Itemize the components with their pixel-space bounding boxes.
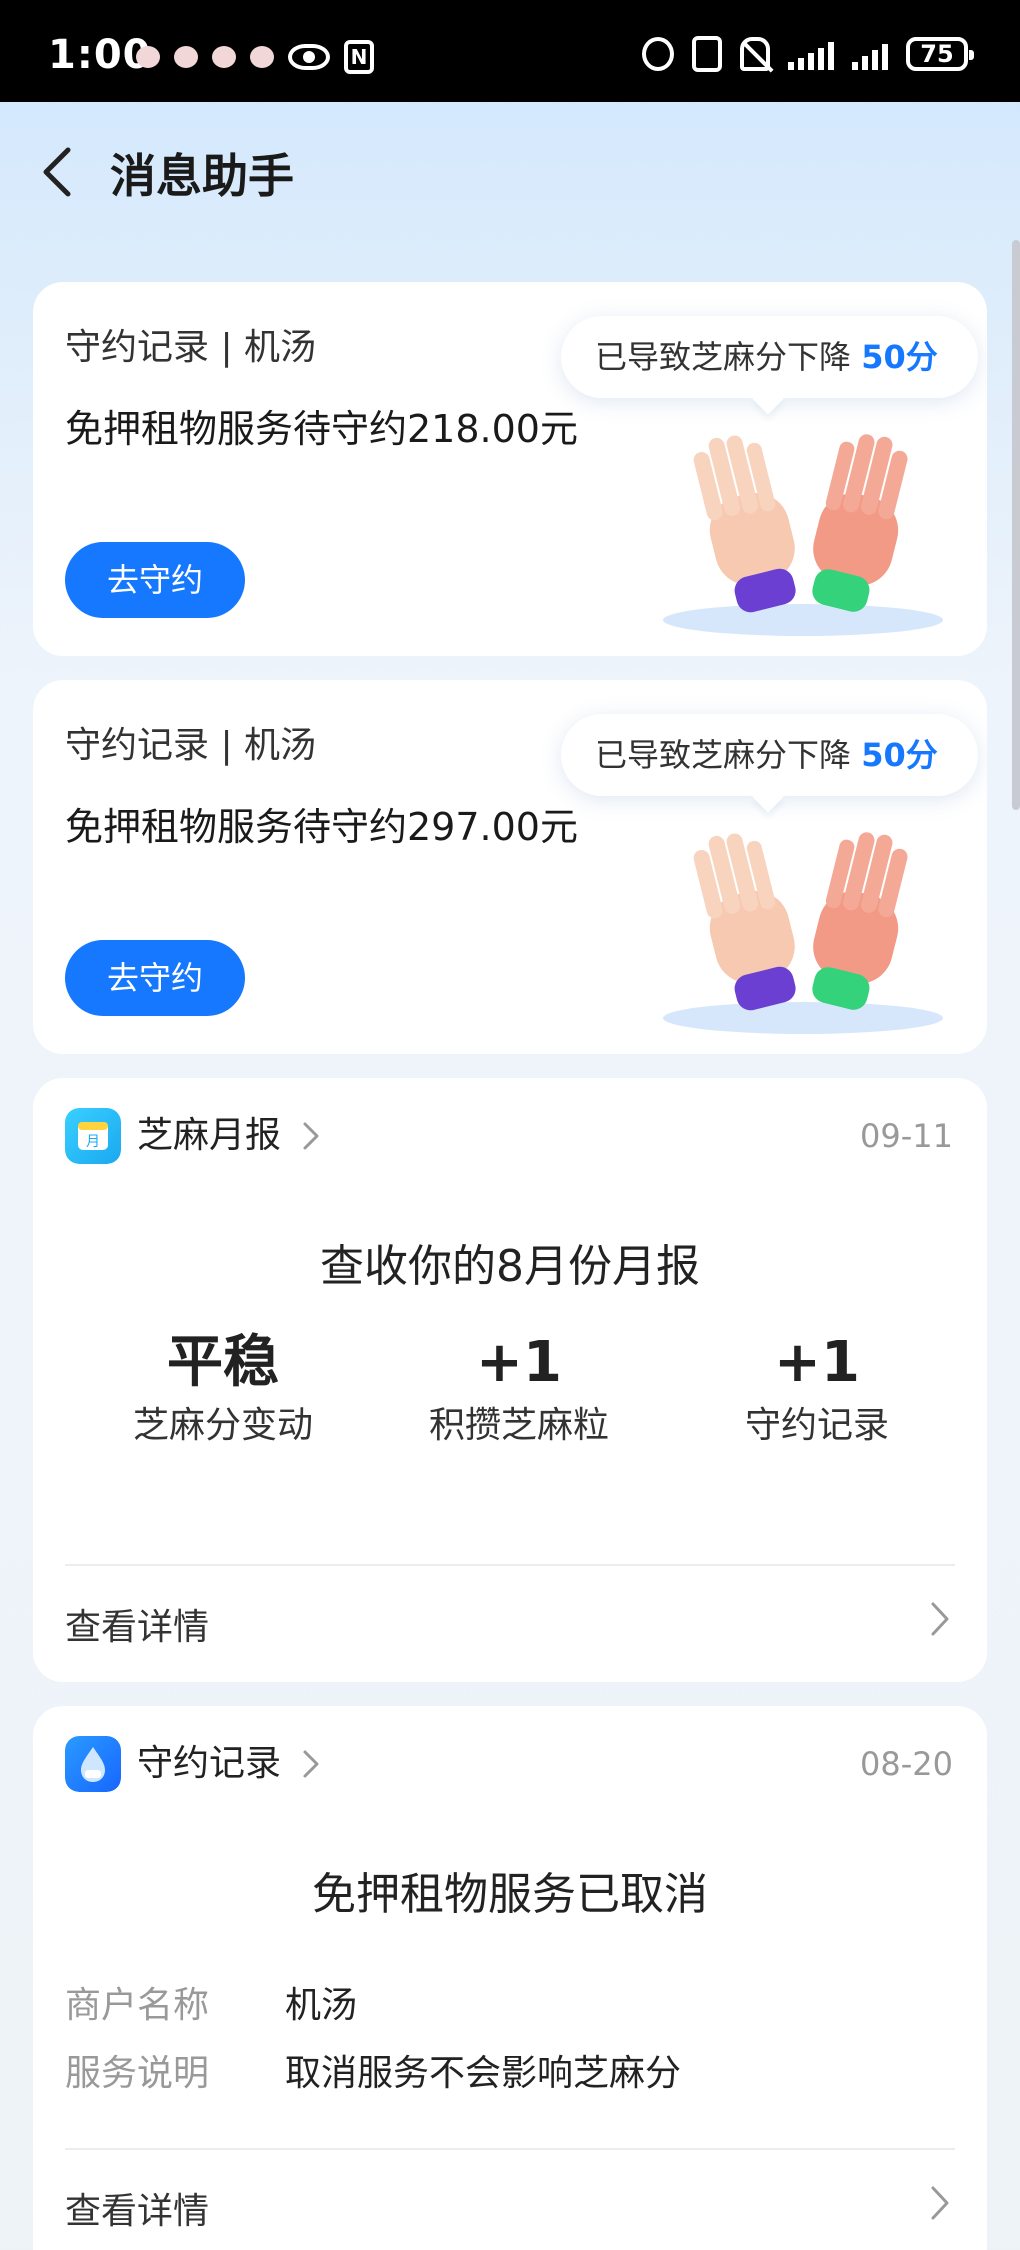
chevron-left-icon[interactable] xyxy=(36,144,86,200)
battery-icon: 75 xyxy=(906,37,974,71)
service-note-value: 取消服务不会影响芝麻分 xyxy=(285,2053,682,2094)
card-title: 免押租物服务待守约297.00元 xyxy=(65,805,578,849)
stat-label: 芝麻分变动 xyxy=(132,1405,313,1446)
section-name[interactable]: 守约记录 xyxy=(137,1736,281,1792)
bubble-text: 已导致芝麻分下降 xyxy=(595,736,852,774)
section-name[interactable]: 芝麻月报 xyxy=(137,1108,281,1164)
stat-value: 平稳 xyxy=(167,1330,279,1395)
fulfill-button[interactable]: 去守约 xyxy=(65,542,245,618)
monthly-report-card[interactable]: 月 芝麻月报 09-11 查收你的8月份月报 平稳 芝麻分变动 +1 积攒芝麻粒… xyxy=(33,1078,987,1682)
droplet-icon xyxy=(65,1736,121,1792)
record-heading: 免押租物服务已取消 xyxy=(312,1869,708,1920)
calendar-icon-text: 月 xyxy=(86,1134,100,1150)
status-left-icons: N xyxy=(136,40,374,74)
fulfill-button[interactable]: 去守约 xyxy=(65,940,245,1016)
nfc-icon: N xyxy=(344,40,374,74)
stat-label: 守约记录 xyxy=(744,1405,889,1446)
view-details-link[interactable]: 查看详情 xyxy=(65,2182,209,2234)
mute-icon xyxy=(740,37,770,71)
status-bar: 1:00 N 75 xyxy=(0,0,1020,102)
eye-icon xyxy=(288,44,330,70)
pending-contract-card[interactable]: 守约记录 | 机汤 免押租物服务待守约218.00元 去守约 已导致芝麻分下降 … xyxy=(33,282,987,656)
section-date: 08-20 xyxy=(860,1745,953,1783)
merchant-name-value: 机汤 xyxy=(285,1985,358,2026)
contract-record-card[interactable]: 守约记录 08-20 免押租物服务已取消 商户名称 机汤 服务说明 取消服务不会… xyxy=(33,1706,987,2250)
signal-icon xyxy=(852,38,888,70)
card-tag: 守约记录 | 机汤 xyxy=(65,725,317,766)
section-date: 09-11 xyxy=(860,1117,953,1155)
stat-value: +1 xyxy=(774,1330,860,1395)
bubble-highlight: 50分 xyxy=(861,736,938,774)
card-title: 免押租物服务待守约218.00元 xyxy=(65,407,578,451)
chevron-right-icon[interactable] xyxy=(927,1600,953,1638)
signal-icon xyxy=(788,38,834,70)
bubble-highlight: 50分 xyxy=(861,338,938,376)
status-right-icons: 75 xyxy=(642,36,974,72)
score-drop-bubble: 已导致芝麻分下降 50分 xyxy=(561,316,978,398)
notification-icon xyxy=(250,46,274,68)
page-title: 消息助手 xyxy=(110,149,294,203)
notification-icon xyxy=(136,46,160,68)
scrollbar[interactable] xyxy=(1012,240,1020,810)
view-details-link[interactable]: 查看详情 xyxy=(65,1598,209,1650)
chevron-right-icon[interactable] xyxy=(927,2184,953,2222)
chevron-right-icon[interactable] xyxy=(297,1748,323,1780)
calendar-icon: 月 xyxy=(65,1108,121,1164)
alarm-icon xyxy=(642,37,674,71)
stat-label: 积攒芝麻粒 xyxy=(428,1405,609,1446)
notification-icon xyxy=(174,46,198,68)
stat-score-change: 平稳 芝麻分变动 xyxy=(73,1328,373,1454)
high-five-icon xyxy=(663,434,943,636)
service-note-label: 服务说明 xyxy=(65,2053,210,2094)
stat-contract-records: +1 守约记录 xyxy=(667,1328,967,1454)
merchant-name-label: 商户名称 xyxy=(65,1985,210,2026)
divider xyxy=(65,1564,955,1566)
stat-sesame-grains: +1 积攒芝麻粒 xyxy=(369,1328,669,1454)
report-heading: 查收你的8月份月报 xyxy=(320,1241,700,1292)
card-tag: 守约记录 | 机汤 xyxy=(65,327,317,368)
bubble-text: 已导致芝麻分下降 xyxy=(595,338,852,376)
notification-icon xyxy=(212,46,236,68)
vibrate-icon xyxy=(692,36,722,72)
divider xyxy=(65,2148,955,2150)
chevron-right-icon[interactable] xyxy=(297,1120,323,1152)
stat-value: +1 xyxy=(476,1330,562,1395)
score-drop-bubble: 已导致芝麻分下降 50分 xyxy=(561,714,978,796)
pending-contract-card[interactable]: 守约记录 | 机汤 免押租物服务待守约297.00元 去守约 已导致芝麻分下降 … xyxy=(33,680,987,1054)
high-five-icon xyxy=(663,832,943,1034)
